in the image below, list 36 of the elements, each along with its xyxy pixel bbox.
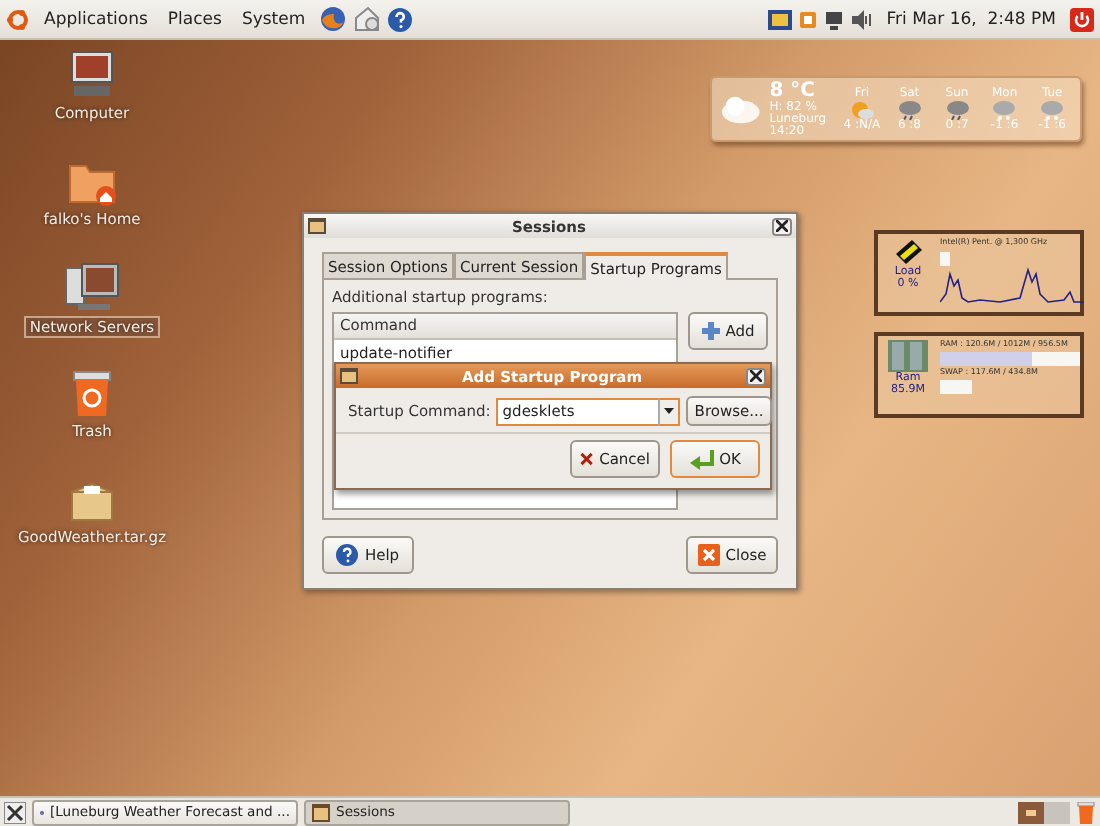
memory-module-icon: [888, 340, 928, 372]
close-icon: [750, 370, 762, 382]
window-icon: [340, 368, 358, 384]
temperature: 8 °C: [769, 81, 818, 101]
dropdown-arrow-icon: [664, 408, 675, 414]
network-servers-icon[interactable]: [61, 260, 122, 316]
enter-arrow-icon: [689, 449, 714, 469]
panel-menu[interactable]: System: [235, 9, 312, 29]
window-icon: [308, 218, 326, 234]
volume-icon[interactable]: [852, 9, 873, 29]
panel-menu[interactable]: Applications: [38, 9, 154, 29]
rain-cloud-icon: [897, 99, 922, 119]
ubuntu-logo-icon[interactable]: [6, 7, 30, 31]
close-icon: [776, 220, 788, 232]
power-icon[interactable]: [1070, 7, 1094, 31]
cancel-icon: [580, 450, 594, 468]
dropdown-button[interactable]: [658, 397, 681, 425]
swap-meter: [940, 379, 972, 394]
panel-menu[interactable]: Places: [161, 9, 228, 29]
close-icon: [697, 544, 720, 566]
plus-icon: [701, 322, 720, 340]
window-icon: [312, 803, 330, 821]
sun-cloud-icon: [849, 99, 874, 119]
snow-cloud-icon: [992, 99, 1017, 119]
help-icon: [336, 544, 359, 566]
snow-cloud-icon: [1040, 99, 1065, 119]
close-button[interactable]: [746, 367, 766, 385]
trash-icon[interactable]: [1076, 801, 1096, 823]
clock[interactable]: Fri Mar 16, 2:48 PM: [880, 9, 1062, 29]
cloud-icon: [720, 93, 762, 125]
cpu-load-graph: [940, 249, 1084, 306]
rain-cloud-icon: [945, 99, 970, 119]
show-desktop-icon[interactable]: [4, 801, 26, 823]
close-button[interactable]: [772, 217, 792, 235]
help-icon[interactable]: [387, 7, 412, 31]
workspace-switcher-icon[interactable]: [1018, 801, 1070, 823]
